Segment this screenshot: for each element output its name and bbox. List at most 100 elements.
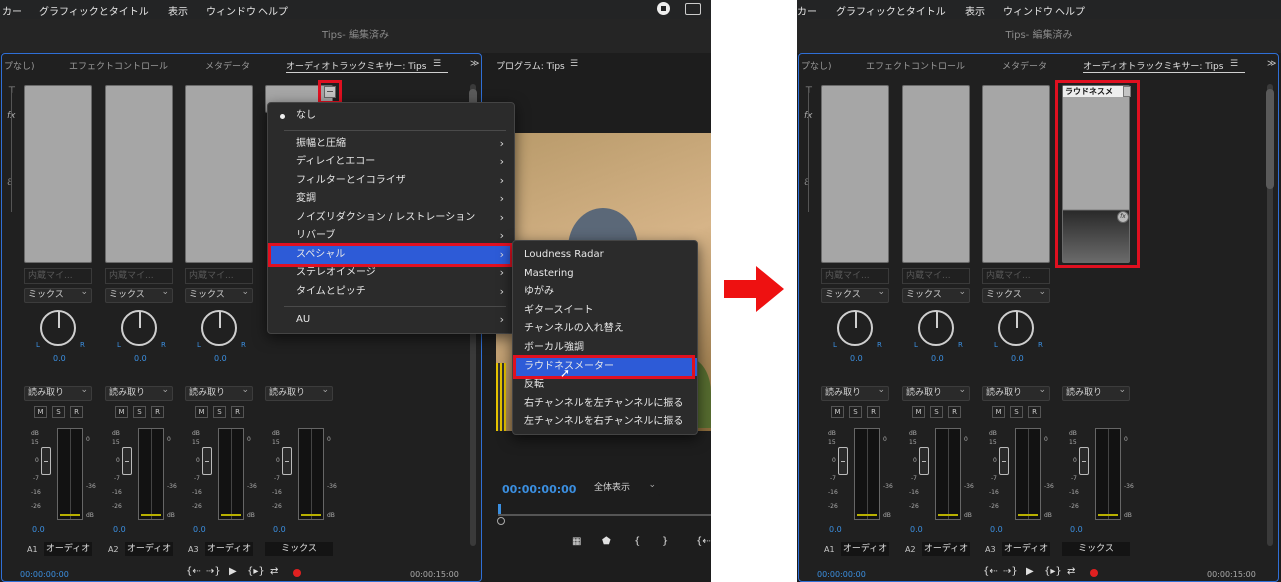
mark-in-icon[interactable]: { xyxy=(634,536,640,547)
track-name-a3[interactable]: オーディオ xyxy=(1002,542,1050,556)
program-playhead[interactable] xyxy=(498,504,501,514)
pan-value-a1[interactable]: 0.0 xyxy=(53,354,66,363)
play-in-to-out-icon[interactable]: {▸} xyxy=(247,566,265,577)
more-tabs-icon[interactable]: ≫ xyxy=(1267,59,1276,69)
pan-value-a1[interactable]: 0.0 xyxy=(850,354,863,363)
input-select-a1[interactable]: 内蔵マイ... xyxy=(821,268,889,284)
level-value-mix[interactable]: 0.0 xyxy=(273,525,286,534)
submenu-loudness-radar[interactable]: Loudness Radar xyxy=(513,246,697,264)
mixer-timecode-current[interactable]: 00:00:00:00 xyxy=(817,570,866,579)
go-to-in-program-icon[interactable]: {⇠ xyxy=(696,536,711,547)
level-value-a3[interactable]: 0.0 xyxy=(193,525,206,534)
play-icon[interactable]: ▶ xyxy=(1026,566,1034,577)
solo-button-a2[interactable]: S xyxy=(930,406,943,418)
menu-item-none[interactable]: なし xyxy=(268,107,514,125)
menu-item-modulation[interactable]: 変調 › xyxy=(268,190,514,208)
effect-rack-a2[interactable] xyxy=(105,85,173,263)
level-value-a1[interactable]: 0.0 xyxy=(32,525,45,534)
output-select-a2[interactable]: ミックス xyxy=(105,286,173,303)
pan-value-a3[interactable]: 0.0 xyxy=(214,354,227,363)
track-name-mix[interactable]: ミックス xyxy=(265,542,333,556)
effect-rack-a3[interactable] xyxy=(982,85,1050,263)
effect-rack-a1[interactable] xyxy=(24,85,92,263)
solo-button-a3[interactable]: S xyxy=(213,406,226,418)
input-select-a3[interactable]: 内蔵マイ... xyxy=(185,268,253,284)
screen-mirror-icon[interactable] xyxy=(685,3,701,15)
solo-button-a1[interactable]: S xyxy=(849,406,862,418)
pan-knob-a2[interactable] xyxy=(121,310,157,346)
loop-icon[interactable]: ⇄ xyxy=(270,566,278,577)
mute-button-a1[interactable]: M xyxy=(831,406,844,418)
tab-metadata[interactable]: メタデータ xyxy=(1002,59,1047,72)
mute-button-a3[interactable]: M xyxy=(992,406,1005,418)
solo-button-a2[interactable]: S xyxy=(133,406,146,418)
go-to-in-icon[interactable]: {⇠ xyxy=(983,566,998,577)
record-button-a1[interactable]: R xyxy=(70,406,83,418)
menu-item-help[interactable]: ヘルプ xyxy=(258,3,288,18)
menu-item-time-pitch[interactable]: タイムとピッチ › xyxy=(268,283,514,301)
menu-item-noise-reduction[interactable]: ノイズリダクション / レストレーション › xyxy=(268,209,514,227)
menu-item-tool[interactable]: カー xyxy=(797,3,817,18)
level-value-a2[interactable]: 0.0 xyxy=(113,525,126,534)
panel-menu-icon[interactable]: ☰ xyxy=(1230,59,1238,69)
more-tabs-icon[interactable]: ≫ xyxy=(470,59,479,69)
effect-slot-button[interactable] xyxy=(324,86,336,98)
input-select-a2[interactable]: 内蔵マイ... xyxy=(105,268,173,284)
input-select-a3[interactable]: 内蔵マイ... xyxy=(982,268,1050,284)
go-to-in-icon[interactable]: {⇠ xyxy=(186,566,201,577)
panel-menu-icon[interactable]: ☰ xyxy=(433,59,441,69)
submenu-left-to-right[interactable]: 左チャンネルを右チャンネルに振る xyxy=(513,413,697,431)
tab-effect-controls[interactable]: エフェクトコントロール xyxy=(866,59,965,72)
output-select-a1[interactable]: ミックス xyxy=(24,286,92,303)
volume-fader-a1[interactable] xyxy=(41,447,51,475)
volume-fader-a3[interactable] xyxy=(999,447,1009,475)
program-menu-icon[interactable]: ☰ xyxy=(570,59,578,69)
menu-item-view[interactable]: 表示 xyxy=(965,3,985,18)
automation-a1[interactable]: 読み取り xyxy=(24,384,92,401)
track-name-a1[interactable]: オーディオ xyxy=(841,542,889,556)
tab-program[interactable]: プログラム: Tips xyxy=(496,59,565,72)
automation-mix[interactable]: 読み取り xyxy=(265,384,333,401)
tab-effect-controls[interactable]: エフェクトコントロール xyxy=(69,59,168,72)
mark-out-icon[interactable]: } xyxy=(662,536,668,547)
submenu-mastering[interactable]: Mastering xyxy=(513,265,697,283)
solo-button-a1[interactable]: S xyxy=(52,406,65,418)
submenu-distortion[interactable]: ゆがみ xyxy=(513,283,697,301)
level-value-a3[interactable]: 0.0 xyxy=(990,525,1003,534)
play-icon[interactable]: ▶ xyxy=(229,566,237,577)
tab-audio-track-mixer[interactable]: オーディオトラックミキサー: Tips xyxy=(286,59,426,72)
tab-none[interactable]: プなし) xyxy=(801,59,832,72)
mute-button-a2[interactable]: M xyxy=(912,406,925,418)
mute-button-a2[interactable]: M xyxy=(115,406,128,418)
track-name-mix[interactable]: ミックス xyxy=(1062,542,1130,556)
add-marker-icon[interactable]: ⬟ xyxy=(602,536,611,547)
go-to-out-icon[interactable]: ⇢} xyxy=(206,566,221,577)
level-value-a1[interactable]: 0.0 xyxy=(829,525,842,534)
scrollbar-thumb[interactable] xyxy=(1266,89,1274,189)
volume-fader-a2[interactable] xyxy=(919,447,929,475)
effect-rack-a2[interactable] xyxy=(902,85,970,263)
tab-audio-track-mixer[interactable]: オーディオトラックミキサー: Tips xyxy=(1083,59,1223,72)
automation-a2[interactable]: 読み取り xyxy=(902,384,970,401)
automation-mix[interactable]: 読み取り xyxy=(1062,384,1130,401)
go-to-out-icon[interactable]: ⇢} xyxy=(1003,566,1018,577)
automation-a3[interactable]: 読み取り xyxy=(982,384,1050,401)
submenu-channel-swap[interactable]: チャンネルの入れ替え xyxy=(513,320,697,338)
record-button-a3[interactable]: R xyxy=(231,406,244,418)
volume-fader-mix[interactable] xyxy=(282,447,292,475)
record-button-a1[interactable]: R xyxy=(867,406,880,418)
program-zoom-select[interactable]: 全体表示 xyxy=(590,479,660,496)
volume-fader-a1[interactable] xyxy=(838,447,848,475)
menu-item-delay[interactable]: ディレイとエコー › xyxy=(268,153,514,171)
mute-button-a3[interactable]: M xyxy=(195,406,208,418)
menu-item-view[interactable]: 表示 xyxy=(168,3,188,18)
program-timecode[interactable]: 00:00:00:00 xyxy=(502,483,576,496)
play-in-to-out-icon[interactable]: {▸} xyxy=(1044,566,1062,577)
level-value-mix[interactable]: 0.0 xyxy=(1070,525,1083,534)
menu-item-graphics[interactable]: グラフィックとタイトル xyxy=(836,3,946,18)
menu-item-filter[interactable]: フィルターとイコライザ › xyxy=(268,172,514,190)
mixer-timecode-current[interactable]: 00:00:00:00 xyxy=(20,570,69,579)
tab-none[interactable]: プなし) xyxy=(4,59,35,72)
menu-item-amplitude[interactable]: 振幅と圧縮 › xyxy=(268,135,514,153)
level-value-a2[interactable]: 0.0 xyxy=(910,525,923,534)
